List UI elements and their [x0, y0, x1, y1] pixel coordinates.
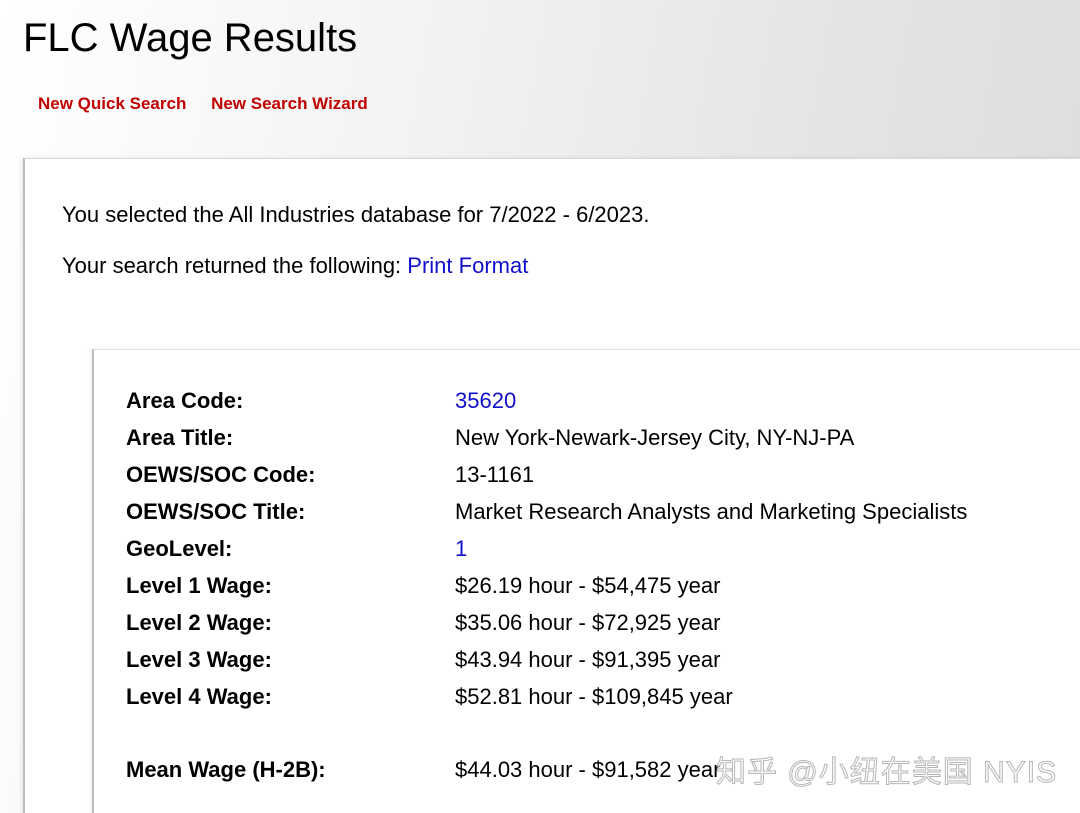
soc-code-label: OEWS/SOC Code: [126, 462, 316, 487]
level-2-wage-value: $35.06 hour - $72,925 year [455, 610, 721, 635]
level-3-wage-value: $43.94 hour - $91,395 year [455, 647, 721, 672]
level-4-wage-label: Level 4 Wage: [126, 684, 272, 709]
area-title-value: New York-Newark-Jersey City, NY-NJ-PA [455, 425, 855, 450]
level-1-wage-label: Level 1 Wage: [126, 573, 272, 598]
soc-title-value: Market Research Analysts and Marketing S… [455, 499, 968, 524]
level-1-wage-value: $26.19 hour - $54,475 year [455, 573, 721, 598]
area-code-label: Area Code: [126, 388, 244, 413]
results-box: Area Code: 35620 Area Title: New York-Ne… [92, 349, 1080, 813]
level-2-wage-label: Level 2 Wage: [126, 610, 272, 635]
content-panel: You selected the All Industries database… [23, 158, 1080, 813]
mean-wage-label: Mean Wage (H-2B): [126, 757, 326, 782]
area-title-label: Area Title: [126, 425, 234, 450]
level-4-wage-value: $52.81 hour - $109,845 year [455, 684, 733, 709]
top-nav: New Quick Search New Search Wizard [38, 94, 388, 114]
area-code-value[interactable]: 35620 [455, 387, 516, 415]
new-search-wizard-link[interactable]: New Search Wizard [211, 94, 368, 113]
soc-code-value: 13-1161 [455, 462, 535, 487]
print-format-link[interactable]: Print Format [407, 253, 528, 278]
database-selection-text: You selected the All Industries database… [62, 202, 650, 227]
mean-wage-value: $44.03 hour - $91,582 year [455, 757, 721, 782]
level-3-wage-label: Level 3 Wage: [126, 647, 272, 672]
watermark-text: 知乎 @小纽在美国 NYIS [715, 756, 1058, 790]
page-title: FLC Wage Results [23, 16, 358, 60]
search-returned-text: Your search returned the following: [62, 253, 408, 278]
geolevel-value[interactable]: 1 [455, 535, 467, 563]
soc-title-label: OEWS/SOC Title: [126, 499, 306, 524]
search-returned-line: Your search returned the following: Prin… [62, 252, 528, 280]
new-quick-search-link[interactable]: New Quick Search [38, 94, 186, 113]
geolevel-label: GeoLevel: [126, 536, 233, 561]
